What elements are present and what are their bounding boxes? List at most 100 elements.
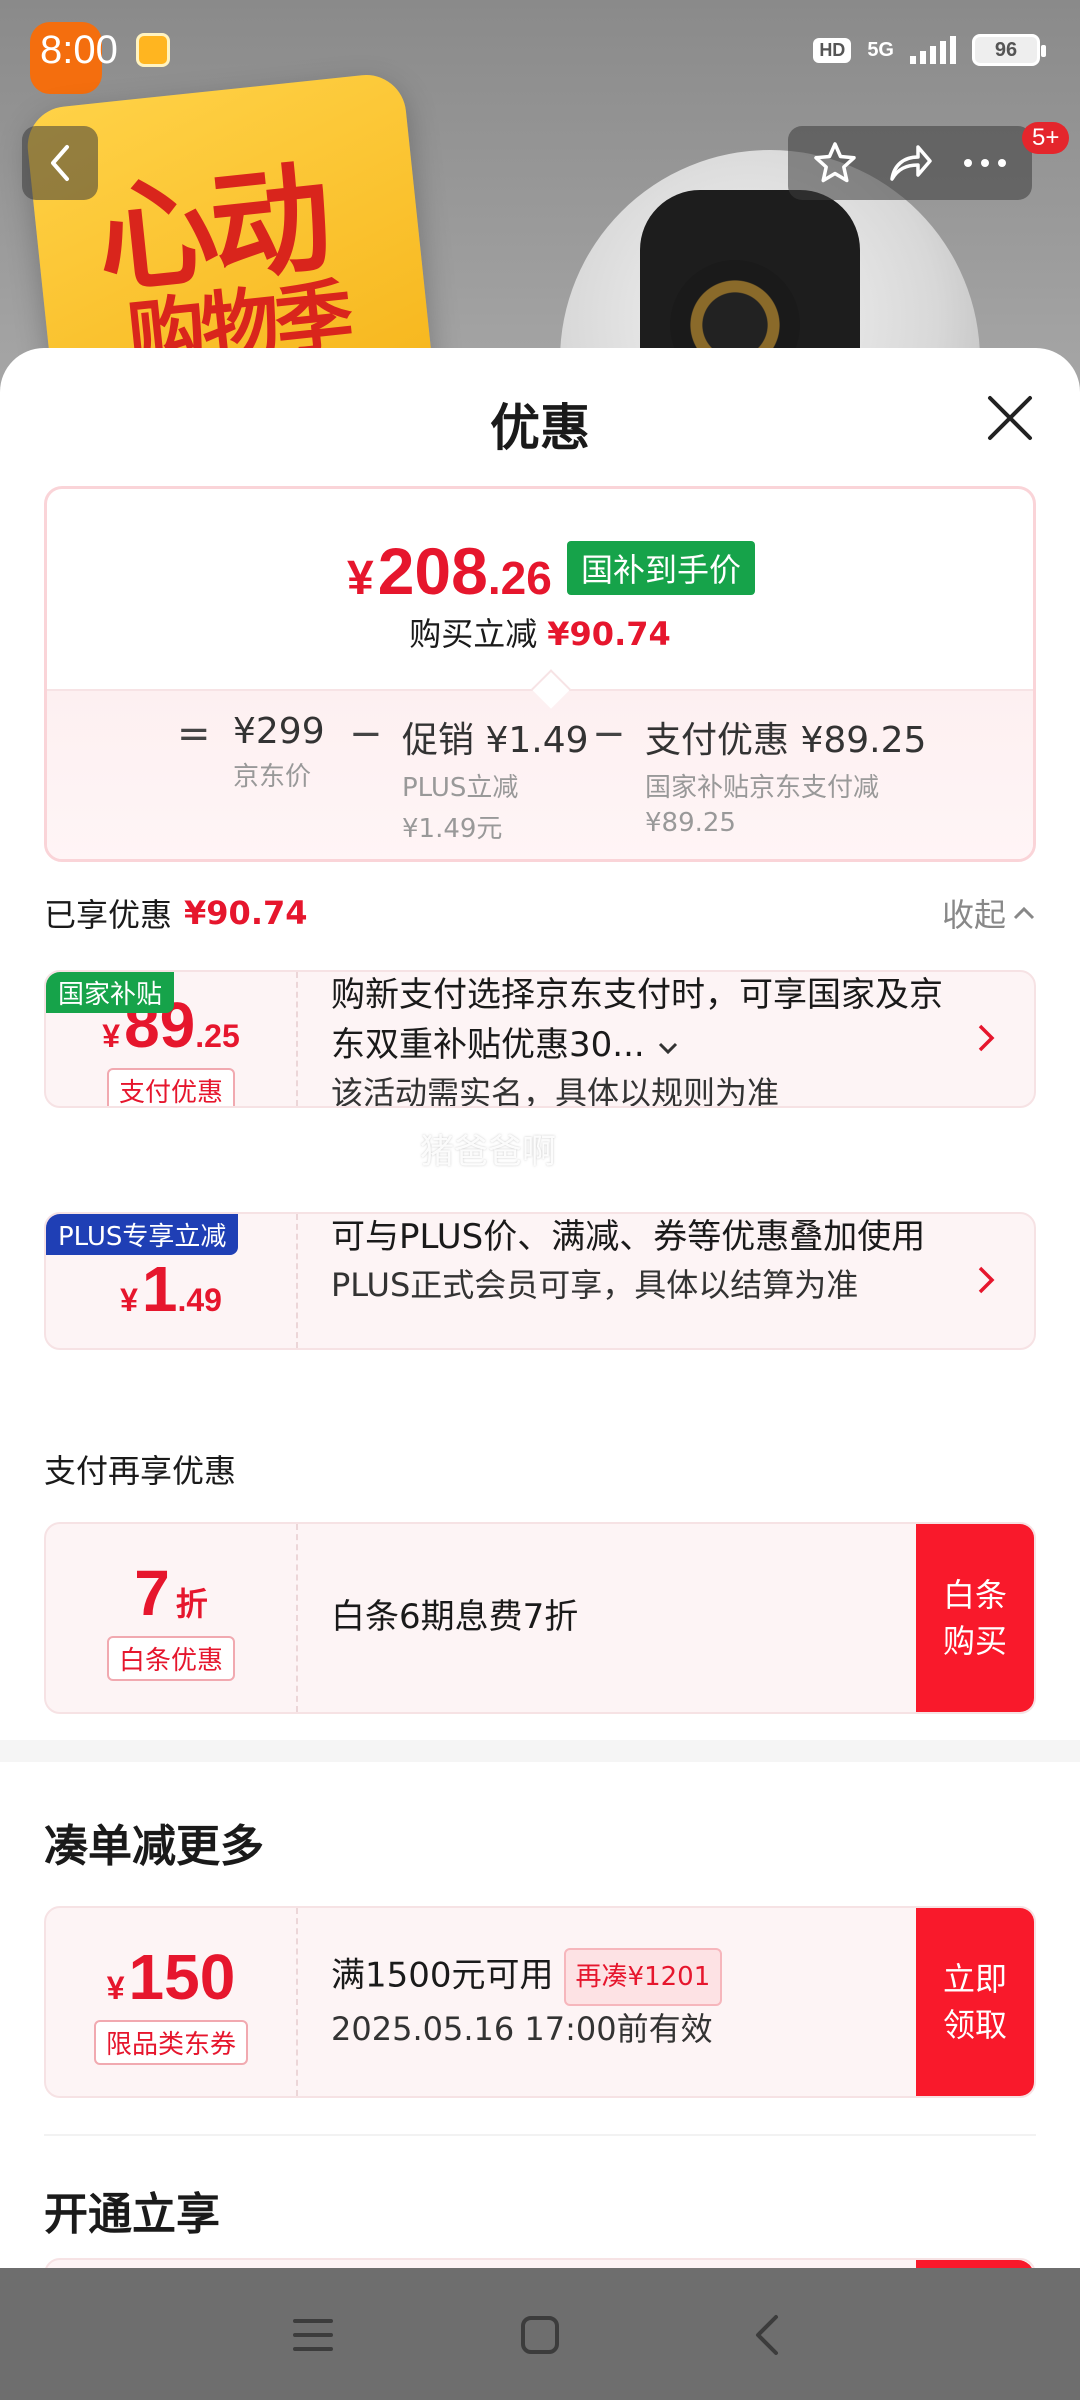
restock-badge: 再凑¥1201 [563, 1948, 723, 2006]
reduction-label: 购买立减 [409, 615, 538, 653]
offer-currency: ¥ [120, 1282, 138, 1318]
enjoyed-discount-row: 已享优惠 ¥90.74 收起 [44, 890, 1036, 936]
share-icon [890, 145, 932, 181]
offer-card-plus[interactable]: PLUS专享立减 ¥ 1 .49 可与PLUS价、满减、券等优惠叠加使用 PLU… [44, 1212, 1036, 1350]
offer-amount-decimal: .49 [177, 1282, 222, 1318]
coupon-currency: ¥ [106, 1969, 125, 2006]
jd-price-label: 京东价 [233, 762, 312, 792]
star-icon [814, 142, 857, 183]
offer-description-text: 可与PLUS价、满减、券等优惠叠加使用 [331, 1217, 926, 1257]
offer-note: PLUS正式会员可享，具体以结算为准 [331, 1266, 859, 1304]
signal-icon [910, 36, 956, 64]
battery-icon: 96 [972, 34, 1046, 66]
system-nav-bar [0, 2270, 1080, 2400]
promo-label: PLUS立减 [402, 773, 519, 803]
offer-amount-integer: 1 [141, 1253, 178, 1325]
offer-note: 该活动需实名，具体以规则为准 [331, 1074, 780, 1108]
button-line1: 白条 [942, 1576, 1007, 1614]
promo-value: 促销 ¥1.49 [402, 720, 589, 761]
coupon-type-pill: 限品类东券 [93, 2019, 248, 2065]
payment-discount-label: 国家补贴京东支付减 [645, 773, 880, 803]
discount-rate: 7 折 [134, 1556, 208, 1630]
status-bar: 8:00 HD 5G 96 [0, 0, 1080, 100]
notification-app-icon [135, 33, 170, 67]
watermark: 猪爸爸啊 [420, 1132, 556, 1172]
offer-amount-decimal: .25 [195, 1017, 240, 1054]
sheet-title: 优惠 [490, 399, 590, 457]
menu-icon [293, 2319, 334, 2351]
close-button[interactable] [982, 390, 1038, 446]
offer-type-pill: 白条优惠 [106, 1635, 235, 1681]
system-back-button[interactable] [737, 2305, 797, 2365]
subsidy-price-tag: 国补到手价 [567, 541, 756, 595]
chevron-down-icon[interactable] [656, 1040, 680, 1056]
bundle-section-title: 凑单减更多 [44, 1821, 264, 1872]
notification-badge: 5+ [1022, 122, 1070, 154]
button-line2: 购买 [942, 1622, 1007, 1660]
back-icon [51, 145, 69, 181]
final-price-integer: 208 [377, 534, 488, 608]
payment-discount-block: 支付优惠 ¥89.25 国家补贴京东支付减 ¥89.25 [645, 711, 926, 838]
enjoyed-amount: ¥90.74 [184, 894, 308, 932]
button-line2: 领取 [942, 2006, 1007, 2044]
coupon-description: 满1500元可用 再凑¥1201 2025.05.16 17:00前有效 [331, 1948, 954, 2052]
offer-description-text: 购新支付选择京东支付时，可享国家及京东双重补贴优惠30... [331, 975, 943, 1065]
home-icon [520, 2316, 559, 2354]
offer-card-subsidy[interactable]: 国家补贴 ¥ 89 .25 支付优惠 购新支付选择京东支付时，可享国家及京东双重… [44, 970, 1036, 1108]
collapse-label: 收起 [941, 896, 1006, 934]
plus-tag: PLUS专享立减 [46, 1214, 239, 1255]
claim-coupon-button[interactable]: 立即 领取 [916, 1908, 1034, 2096]
coupon-condition: 满1500元可用 [331, 1955, 554, 1996]
minus-sign-2: − [592, 711, 626, 757]
network-label: 5G [867, 39, 894, 61]
battery-level: 96 [994, 38, 1018, 61]
offer-description: 可与PLUS价、满减、券等优惠叠加使用 PLUS正式会员可享，具体以结算为准 [331, 1214, 954, 1308]
back-button[interactable] [22, 126, 98, 200]
price-summary-card: ¥ 208 .26 国补到手价 购买立减 ¥90.74 = ¥299 京东价 − … [44, 486, 1036, 862]
final-price-decimal: .26 [487, 552, 552, 604]
offer-type-pill: 支付优惠 [106, 1067, 235, 1106]
minus-sign-1: − [349, 711, 383, 757]
offer-card-baitiao: 7 折 白条优惠 白条6期息费7折 白条 购买 [44, 1522, 1036, 1714]
payment-discount-value: 支付优惠 ¥89.25 [645, 720, 927, 761]
status-time: 8:00 [40, 27, 118, 72]
divider-line [44, 2134, 1036, 2136]
payment-discount-sub: ¥89.25 [645, 808, 736, 838]
close-icon [988, 396, 1032, 440]
open-section-title: 开通立享 [44, 2189, 220, 2240]
enjoyed-label: 已享优惠 [44, 896, 173, 934]
home-button[interactable] [510, 2305, 570, 2365]
subsidy-tag: 国家补贴 [46, 972, 175, 1013]
currency-symbol: ¥ [347, 552, 374, 605]
section-divider [0, 1740, 1080, 1762]
coupon-amount: ¥ 150 [107, 1940, 236, 2014]
more-button[interactable] [957, 135, 1013, 191]
promo-sub: ¥1.49元 [402, 814, 503, 844]
membership-card[interactable] [44, 2258, 1036, 2268]
discount-sheet: 优惠 ¥ 208 .26 国补到手价 购买立减 ¥90.74 = ¥299 京东价… [0, 348, 1080, 2268]
promo-block: 促销 ¥1.49 PLUS立减 ¥1.49元 [402, 711, 589, 845]
collapse-toggle[interactable]: 收起 [942, 890, 1036, 936]
discount-rate-value: 7 [134, 1556, 170, 1629]
coupon-card: ¥ 150 限品类东券 满1500元可用 再凑¥1201 2025.05.16 1… [44, 1906, 1036, 2098]
offer-description: 购新支付选择京东支付时，可享国家及京东双重补贴优惠30... 该活动需实名，具体… [331, 972, 954, 1108]
baitiao-buy-button[interactable]: 白条 购买 [916, 1524, 1034, 1712]
offer-amount-panel: 7 折 白条优惠 [46, 1524, 298, 1712]
jd-price-value: ¥299 [233, 711, 325, 752]
favorite-button[interactable] [807, 135, 863, 191]
chevron-up-icon [1013, 906, 1035, 920]
jd-price-block: ¥299 京东价 [233, 711, 325, 793]
offer-amount: ¥ 1 .49 [120, 1252, 222, 1326]
membership-action[interactable] [916, 2260, 1034, 2268]
instant-reduction: 购买立减 ¥90.74 [47, 609, 1033, 655]
equals-sign: = [177, 711, 211, 757]
hd-icon: HD [813, 37, 852, 63]
coupon-validity: 2025.05.16 17:00前有效 [331, 2010, 713, 2048]
discount-rate-unit: 折 [175, 1585, 208, 1622]
coupon-amount-panel: ¥ 150 限品类东券 [46, 1908, 298, 2096]
menu-button[interactable] [283, 2305, 343, 2365]
reduction-amount: ¥90.74 [547, 615, 671, 653]
top-actions [788, 126, 1032, 200]
pay-more-title: 支付再享优惠 [44, 1452, 237, 1490]
share-button[interactable] [882, 135, 938, 191]
